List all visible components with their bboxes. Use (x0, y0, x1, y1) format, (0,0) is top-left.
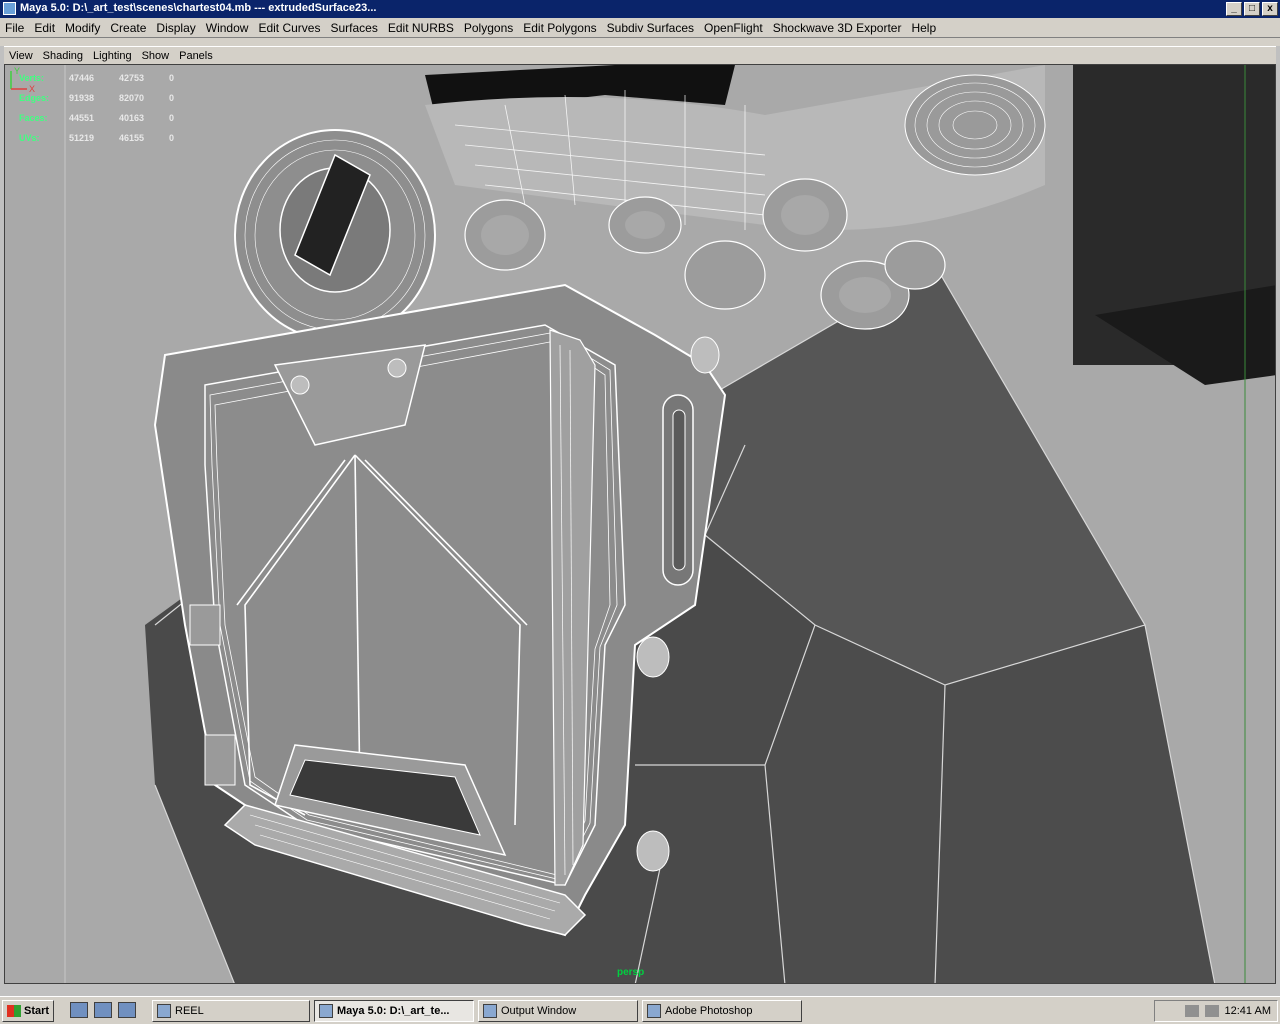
menu-openflight[interactable]: OpenFlight (699, 21, 768, 35)
quicklaunch-desktop-icon[interactable] (70, 1002, 88, 1018)
maximize-button[interactable]: □ (1244, 2, 1260, 16)
hud-faces-label: Faces: (19, 113, 48, 123)
hud-edges-value: 91938 (69, 93, 95, 103)
menu-edit[interactable]: Edit (29, 21, 60, 35)
menu-shockwave-exporter[interactable]: Shockwave 3D Exporter (768, 21, 907, 35)
menu-create[interactable]: Create (105, 21, 151, 35)
maya-icon (319, 1004, 333, 1018)
title-bar: Maya 5.0: D:\_art_test\scenes\chartest04… (0, 0, 1280, 18)
hud-faces-value: 0 (169, 113, 175, 123)
hud-uvs-label: UVs: (19, 133, 40, 143)
shelf-gap (0, 38, 1280, 46)
taskbar-item-photoshop[interactable]: Adobe Photoshop (642, 1000, 802, 1022)
start-label: Start (24, 1005, 50, 1017)
menu-subdiv-surfaces[interactable]: Subdiv Surfaces (602, 21, 699, 35)
maya-app-icon[interactable] (3, 2, 16, 15)
taskbar-item-maya[interactable]: Maya 5.0: D:\_art_te... (314, 1000, 474, 1022)
panel-menu-view[interactable]: View (4, 50, 38, 62)
taskbar-item-label: Adobe Photoshop (665, 1005, 753, 1017)
menu-surfaces[interactable]: Surfaces (325, 21, 382, 35)
poly-count-hud: Verts: 47446 42753 0 Edges: 91938 82070 … (19, 68, 219, 148)
panel-menu-bar: View Shading Lighting Show Panels (4, 46, 1276, 65)
folder-icon (157, 1004, 171, 1018)
taskbar-item-label: Maya 5.0: D:\_art_te... (337, 1005, 450, 1017)
taskbar-item-reel[interactable]: REEL (152, 1000, 310, 1022)
taskbar: Start REEL Maya 5.0: D:\_art_te... Outpu… (0, 996, 1280, 1024)
menu-window[interactable]: Window (201, 21, 254, 35)
camera-name-label: persp (617, 967, 645, 978)
hud-uvs-value: 0 (169, 133, 175, 143)
hud-uvs-value: 46155 (119, 133, 145, 143)
taskbar-item-output-window[interactable]: Output Window (478, 1000, 638, 1022)
hud-faces-value: 40163 (119, 113, 145, 123)
menu-polygons[interactable]: Polygons (459, 21, 518, 35)
hud-uvs-value: 51219 (69, 133, 95, 143)
menu-edit-curves[interactable]: Edit Curves (253, 21, 325, 35)
windows-logo-icon (7, 1005, 21, 1017)
perspective-viewport[interactable]: Verts: 47446 42753 0 Edges: 91938 82070 … (4, 64, 1276, 984)
window-title: Maya 5.0: D:\_art_test\scenes\chartest04… (20, 2, 377, 14)
axis-x-label: X (29, 84, 35, 94)
volume-tray-icon[interactable] (1204, 1005, 1219, 1017)
axis-y-label: Y (14, 66, 20, 76)
wireframe-model (5, 65, 1275, 983)
menu-help[interactable]: Help (906, 21, 941, 35)
taskbar-item-label: Output Window (501, 1005, 577, 1017)
hud-verts-value: 42753 (119, 73, 145, 83)
menu-file[interactable]: File (0, 21, 29, 35)
close-button[interactable]: x (1262, 2, 1278, 16)
hud-faces-value: 44551 (69, 113, 95, 123)
panel-menu-show[interactable]: Show (137, 50, 175, 62)
panel-menu-shading[interactable]: Shading (38, 50, 88, 62)
axis-gizmo-icon: Y X (10, 66, 35, 94)
menu-edit-nurbs[interactable]: Edit NURBS (383, 21, 459, 35)
taskbar-item-label: REEL (175, 1005, 204, 1017)
minimize-button[interactable]: _ (1226, 2, 1242, 16)
hud-edges-value: 82070 (119, 93, 145, 103)
photoshop-icon (647, 1004, 661, 1018)
window-icon (483, 1004, 497, 1018)
system-tray: 12:41 AM (1154, 1000, 1278, 1022)
hud-edges-value: 0 (169, 93, 175, 103)
menu-bar: File Edit Modify Create Display Window E… (0, 18, 1280, 38)
panel-menu-panels[interactable]: Panels (174, 50, 218, 62)
panel-menu-lighting[interactable]: Lighting (88, 50, 137, 62)
menu-edit-polygons[interactable]: Edit Polygons (518, 21, 601, 35)
hud-verts-value: 47446 (69, 73, 95, 83)
start-button[interactable]: Start (2, 1000, 54, 1022)
hud-verts-value: 0 (169, 73, 175, 83)
menu-display[interactable]: Display (151, 21, 200, 35)
menu-modify[interactable]: Modify (60, 21, 105, 35)
quicklaunch-explorer-icon[interactable] (94, 1002, 112, 1018)
quicklaunch-terminal-icon[interactable] (118, 1002, 136, 1018)
network-tray-icon[interactable] (1184, 1005, 1199, 1017)
clock[interactable]: 12:41 AM (1225, 1005, 1271, 1017)
